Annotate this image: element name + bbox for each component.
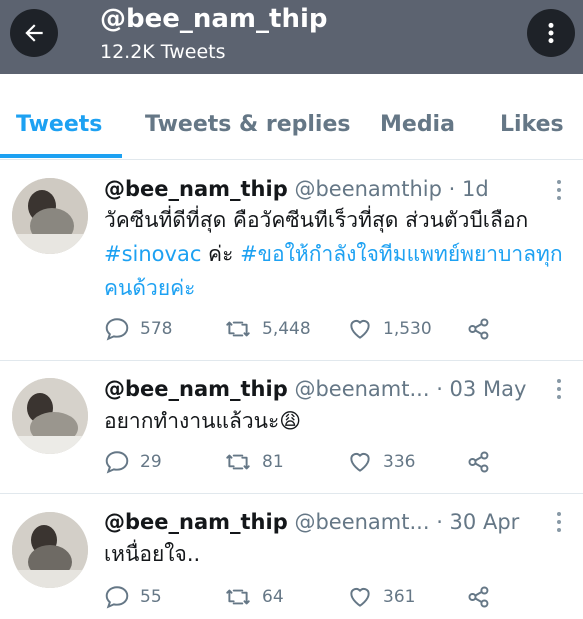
tweet-header: @bee_nam_thip @beenamthip · 1d	[104, 177, 489, 201]
tweet-text: อยากทำงานแล้วนะ😩	[104, 404, 569, 438]
heart-icon	[350, 452, 370, 472]
like-button[interactable]: 1,530	[347, 316, 432, 342]
tweet-text-part: วัคซีนที่ดีที่สุด คือวัคซีนทีเร็วที่สุด …	[104, 208, 529, 232]
retweet-count: 5,448	[262, 319, 311, 339]
tab-likes[interactable]: Likes	[500, 112, 564, 137]
tweet-time: · 30 Apr	[436, 510, 520, 534]
heart-icon	[350, 587, 370, 607]
retweet-button[interactable]: 64	[224, 584, 284, 610]
tweet-time: · 03 May	[436, 377, 527, 401]
tweet-author-handle[interactable]: @beenamt...	[294, 377, 429, 401]
tab-tweets-and-replies[interactable]: Tweets & replies	[145, 112, 351, 137]
reply-button[interactable]: 29	[104, 449, 162, 475]
reply-button[interactable]: 55	[104, 584, 162, 610]
reply-icon	[105, 318, 129, 341]
hashtag-link[interactable]: #sinovac	[104, 242, 201, 266]
share-button[interactable]	[466, 316, 492, 342]
tab-media[interactable]: Media	[380, 112, 455, 137]
like-count: 361	[383, 587, 416, 607]
reply-icon	[105, 451, 129, 474]
avatar[interactable]	[12, 512, 88, 588]
tweet-author-handle[interactable]: @beenamthip	[294, 177, 442, 201]
avatar[interactable]	[12, 378, 88, 454]
tweet-item[interactable]: @bee_nam_thip @beenamt... · 30 Apr เหนื่…	[0, 494, 583, 619]
retweet-count: 81	[262, 452, 284, 472]
reply-count: 55	[140, 587, 162, 607]
share-button[interactable]	[466, 449, 492, 475]
tab-tweets[interactable]: Tweets	[16, 112, 102, 137]
avatar[interactable]	[12, 178, 88, 254]
retweet-icon	[226, 454, 250, 470]
tweet-menu-caret[interactable]	[556, 379, 562, 401]
tweet-actions: 29 81 336	[104, 449, 564, 479]
tweet-item[interactable]: @bee_nam_thip @beenamthip · 1d วัคซีนที่…	[0, 160, 583, 360]
tweet-menu-caret[interactable]	[556, 512, 562, 534]
reply-count: 29	[140, 452, 162, 472]
share-icon	[468, 318, 489, 340]
retweet-button[interactable]: 81	[224, 449, 284, 475]
tweet-count: 12.2K Tweets	[100, 41, 226, 63]
tweet-text-part: ค่ะ	[201, 242, 241, 266]
like-count: 336	[383, 452, 416, 472]
like-count: 1,530	[383, 319, 432, 339]
arrow-left-icon	[25, 24, 43, 42]
tweet-menu-caret[interactable]	[556, 180, 562, 202]
profile-tabs: Tweets Tweets & replies Media Likes	[0, 98, 583, 158]
tweet-actions: 55 64 361	[104, 584, 564, 614]
tweet-text: วัคซีนที่ดีที่สุด คือวัคซีนทีเร็วที่สุด …	[104, 203, 569, 305]
more-options-button[interactable]	[527, 9, 575, 57]
weary-face-emoji: 😩	[279, 409, 302, 433]
tweet-author-name[interactable]: @bee_nam_thip	[104, 510, 288, 534]
profile-header: @bee_nam_thip 12.2K Tweets	[0, 0, 583, 74]
reply-count: 578	[140, 319, 173, 339]
share-icon	[468, 451, 489, 473]
tweet-author-name[interactable]: @bee_nam_thip	[104, 177, 288, 201]
like-button[interactable]: 361	[347, 584, 415, 610]
tweet-header: @bee_nam_thip @beenamt... · 30 Apr	[104, 510, 519, 534]
reply-icon	[105, 586, 129, 609]
tweet-text-part: เหนื่อยใจ..	[104, 542, 201, 566]
more-vertical-icon	[548, 22, 554, 44]
tweet-actions: 578 5,448 1,530	[104, 316, 564, 346]
tweet-author-handle[interactable]: @beenamt...	[294, 510, 429, 534]
share-icon	[468, 586, 489, 608]
retweet-icon	[226, 321, 250, 337]
share-button[interactable]	[466, 584, 492, 610]
like-button[interactable]: 336	[347, 449, 415, 475]
tweet-author-name[interactable]: @bee_nam_thip	[104, 377, 288, 401]
back-button[interactable]	[10, 9, 58, 57]
retweet-icon	[226, 589, 250, 605]
tweet-text: เหนื่อยใจ..	[104, 537, 569, 571]
tweet-time: · 1d	[448, 177, 489, 201]
retweet-button[interactable]: 5,448	[224, 316, 311, 342]
tweet-header: @bee_nam_thip @beenamt... · 03 May	[104, 377, 526, 401]
heart-icon	[350, 319, 370, 339]
tweet-text-part: อยากทำงานแล้วนะ	[104, 409, 280, 433]
tweet-item[interactable]: @bee_nam_thip @beenamt... · 03 May อยากท…	[0, 361, 583, 493]
profile-name: @bee_nam_thip	[100, 4, 328, 34]
retweet-count: 64	[262, 587, 284, 607]
active-tab-indicator	[0, 154, 122, 158]
reply-button[interactable]: 578	[104, 316, 172, 342]
